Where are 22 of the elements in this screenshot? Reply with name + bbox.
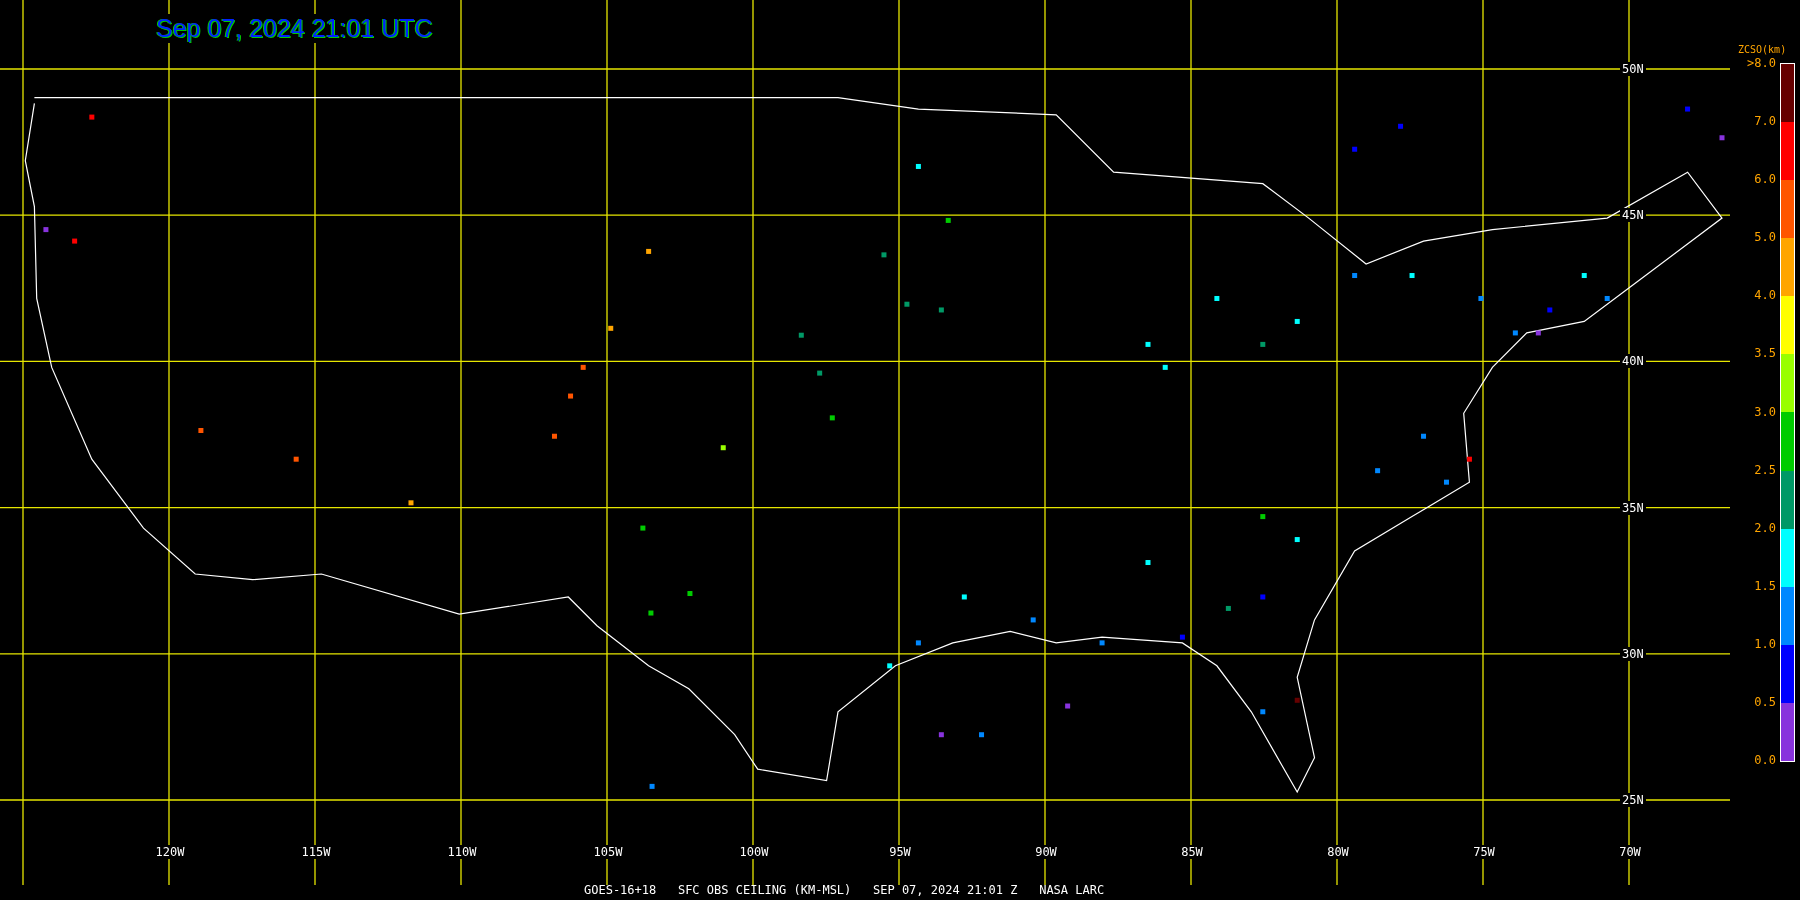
legend-tick-label: 2.0: [1753, 520, 1776, 535]
legend-tick-label: 0.5: [1753, 694, 1776, 709]
latitude-label: 45N: [1620, 208, 1646, 223]
legend-tick-label: 3.5: [1753, 346, 1776, 361]
latitude-label: 25N: [1620, 793, 1646, 807]
legend-tick-label: >8.0: [1746, 56, 1776, 70]
timestamp-title: Sep 07, 2024 21:01 UTC: [156, 14, 433, 43]
latitude-label: 40N: [1620, 354, 1646, 369]
latitude-label: 35N: [1620, 500, 1646, 515]
legend-tick-label: 4.0: [1753, 288, 1776, 303]
legend-tick-label: 3.0: [1753, 404, 1776, 419]
legend-tick-label: 1.0: [1753, 636, 1776, 651]
map-caption: GOES-16+18 SFC OBS CEILING (KM-MSL) SEP 07, 2024 21:01 Z NASA LARC: [584, 883, 1105, 897]
latitude-label: 50N: [1620, 62, 1646, 76]
legend-tick-label: 7.0: [1753, 114, 1776, 129]
legend-tick-label: 0.0: [1753, 753, 1776, 767]
legend-tick-label: 5.0: [1753, 230, 1776, 245]
latitude-label: 30N: [1620, 646, 1646, 661]
legend-tick-label: 6.0: [1753, 172, 1776, 187]
legend-tick-label: 1.5: [1753, 578, 1776, 593]
legend-tick-label: 2.5: [1753, 462, 1776, 477]
legend-title: ZCSO(km): [1738, 44, 1787, 55]
